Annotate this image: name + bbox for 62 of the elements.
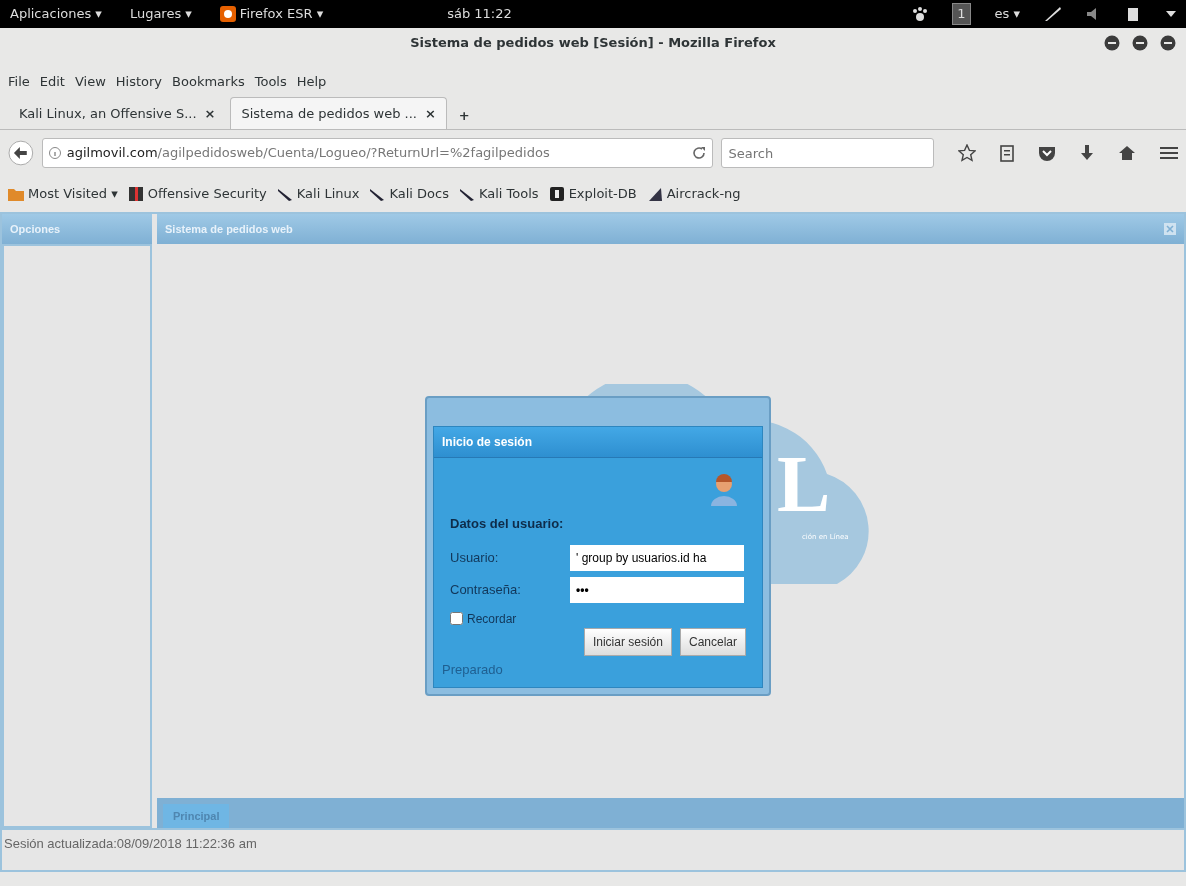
menu-item[interactable]: View bbox=[74, 72, 106, 92]
home-icon[interactable] bbox=[1118, 145, 1136, 161]
sidebar-header: Opciones bbox=[2, 214, 152, 244]
username-field[interactable]: ' group by usuarios.id ha bbox=[570, 544, 744, 571]
reload-icon[interactable] bbox=[692, 146, 707, 160]
field-label: Usuario: bbox=[450, 548, 500, 567]
clock[interactable]: sáb 11:22 bbox=[399, 4, 512, 24]
tab-close-button[interactable]: × bbox=[424, 105, 436, 121]
password-field[interactable]: ••• bbox=[570, 576, 744, 603]
dialog-title: Inicio de sesión bbox=[434, 427, 762, 458]
menu-item[interactable]: History bbox=[115, 72, 163, 92]
clipboard-icon[interactable] bbox=[1000, 144, 1014, 162]
menu-item[interactable]: File bbox=[8, 72, 30, 92]
window-title: Sistema de pedidos web [Sesión] - Mozilla Firefox bbox=[410, 34, 776, 53]
app-menu[interactable]: Firefox ESR ▾ bbox=[239, 4, 324, 24]
login-button[interactable]: Iniciar sesión bbox=[583, 627, 672, 656]
language-menu[interactable]: es ▾ bbox=[994, 4, 1020, 24]
workspace-indicator[interactable]: 1 bbox=[952, 3, 971, 25]
menu-item[interactable]: Tools bbox=[254, 72, 287, 92]
address-bar[interactable]: agilmovil.com/agilpedidosweb/Cuenta/Logueo/?ReturnUrl=%2fagilpedidos bbox=[41, 138, 714, 168]
field-label: Contraseña: bbox=[450, 580, 522, 599]
search-field[interactable]: Search bbox=[721, 138, 934, 168]
bookmark-link[interactable]: Kali Linux bbox=[296, 184, 360, 204]
browser-tab[interactable]: Kali Linux, an Offensive S... × bbox=[8, 96, 227, 129]
caret-icon[interactable] bbox=[1166, 10, 1176, 18]
download-icon[interactable] bbox=[1080, 145, 1094, 161]
bookmark-logo-icon bbox=[127, 186, 144, 202]
bookmark-logo-icon bbox=[548, 186, 565, 202]
bookmark-link[interactable]: Most Visited ▾ bbox=[28, 184, 118, 204]
antenna-icon bbox=[646, 186, 663, 202]
places-menu[interactable]: Lugares ▾ bbox=[129, 4, 192, 24]
tab-close-button[interactable]: × bbox=[204, 105, 216, 121]
checkbox-label: Recordar bbox=[467, 610, 517, 628]
bookmark-link[interactable]: Aircrack-ng bbox=[666, 184, 741, 204]
firefox-icon bbox=[219, 6, 236, 22]
minimize-icon[interactable] bbox=[1104, 35, 1120, 51]
folder-icon bbox=[8, 186, 24, 202]
pen-icon[interactable] bbox=[1044, 6, 1062, 22]
dialog-status: Preparado bbox=[441, 660, 504, 679]
user-icon bbox=[710, 474, 738, 506]
panel-title: Sistema de pedidos web bbox=[165, 221, 293, 237]
remember-checkbox[interactable] bbox=[450, 612, 463, 625]
bookmark-link[interactable]: Offensive Security bbox=[147, 184, 267, 204]
apps-menu[interactable]: Aplicaciones ▾ bbox=[10, 4, 102, 24]
bookmark-link[interactable]: Kali Docs bbox=[389, 184, 449, 204]
logo-letter: L bbox=[777, 444, 831, 524]
menu-icon[interactable] bbox=[1160, 146, 1178, 160]
url-text: agilmovil.com/agilpedidosweb/Cuenta/Logueo/?ReturnUrl=%2fagilpedidos bbox=[66, 144, 550, 163]
bookmark-link[interactable]: Kali Tools bbox=[479, 184, 539, 204]
menu-item[interactable]: Bookmarks bbox=[172, 72, 245, 92]
pocket-icon[interactable] bbox=[1038, 145, 1056, 161]
info-icon bbox=[48, 147, 61, 159]
back-icon[interactable] bbox=[8, 140, 34, 166]
menu-item[interactable]: Edit bbox=[39, 72, 65, 92]
browser-tab[interactable]: Sistema de pedidos web ... × bbox=[230, 96, 447, 129]
star-icon[interactable] bbox=[958, 144, 976, 162]
menu-item[interactable]: Help bbox=[296, 72, 327, 92]
new-tab-button[interactable]: + bbox=[458, 105, 470, 125]
section-heading: Datos del usuario: bbox=[449, 515, 565, 533]
paw-icon[interactable] bbox=[912, 7, 929, 21]
bookmark-link[interactable]: Exploit-DB bbox=[568, 184, 637, 204]
cancel-button[interactable]: Cancelar bbox=[679, 627, 746, 656]
